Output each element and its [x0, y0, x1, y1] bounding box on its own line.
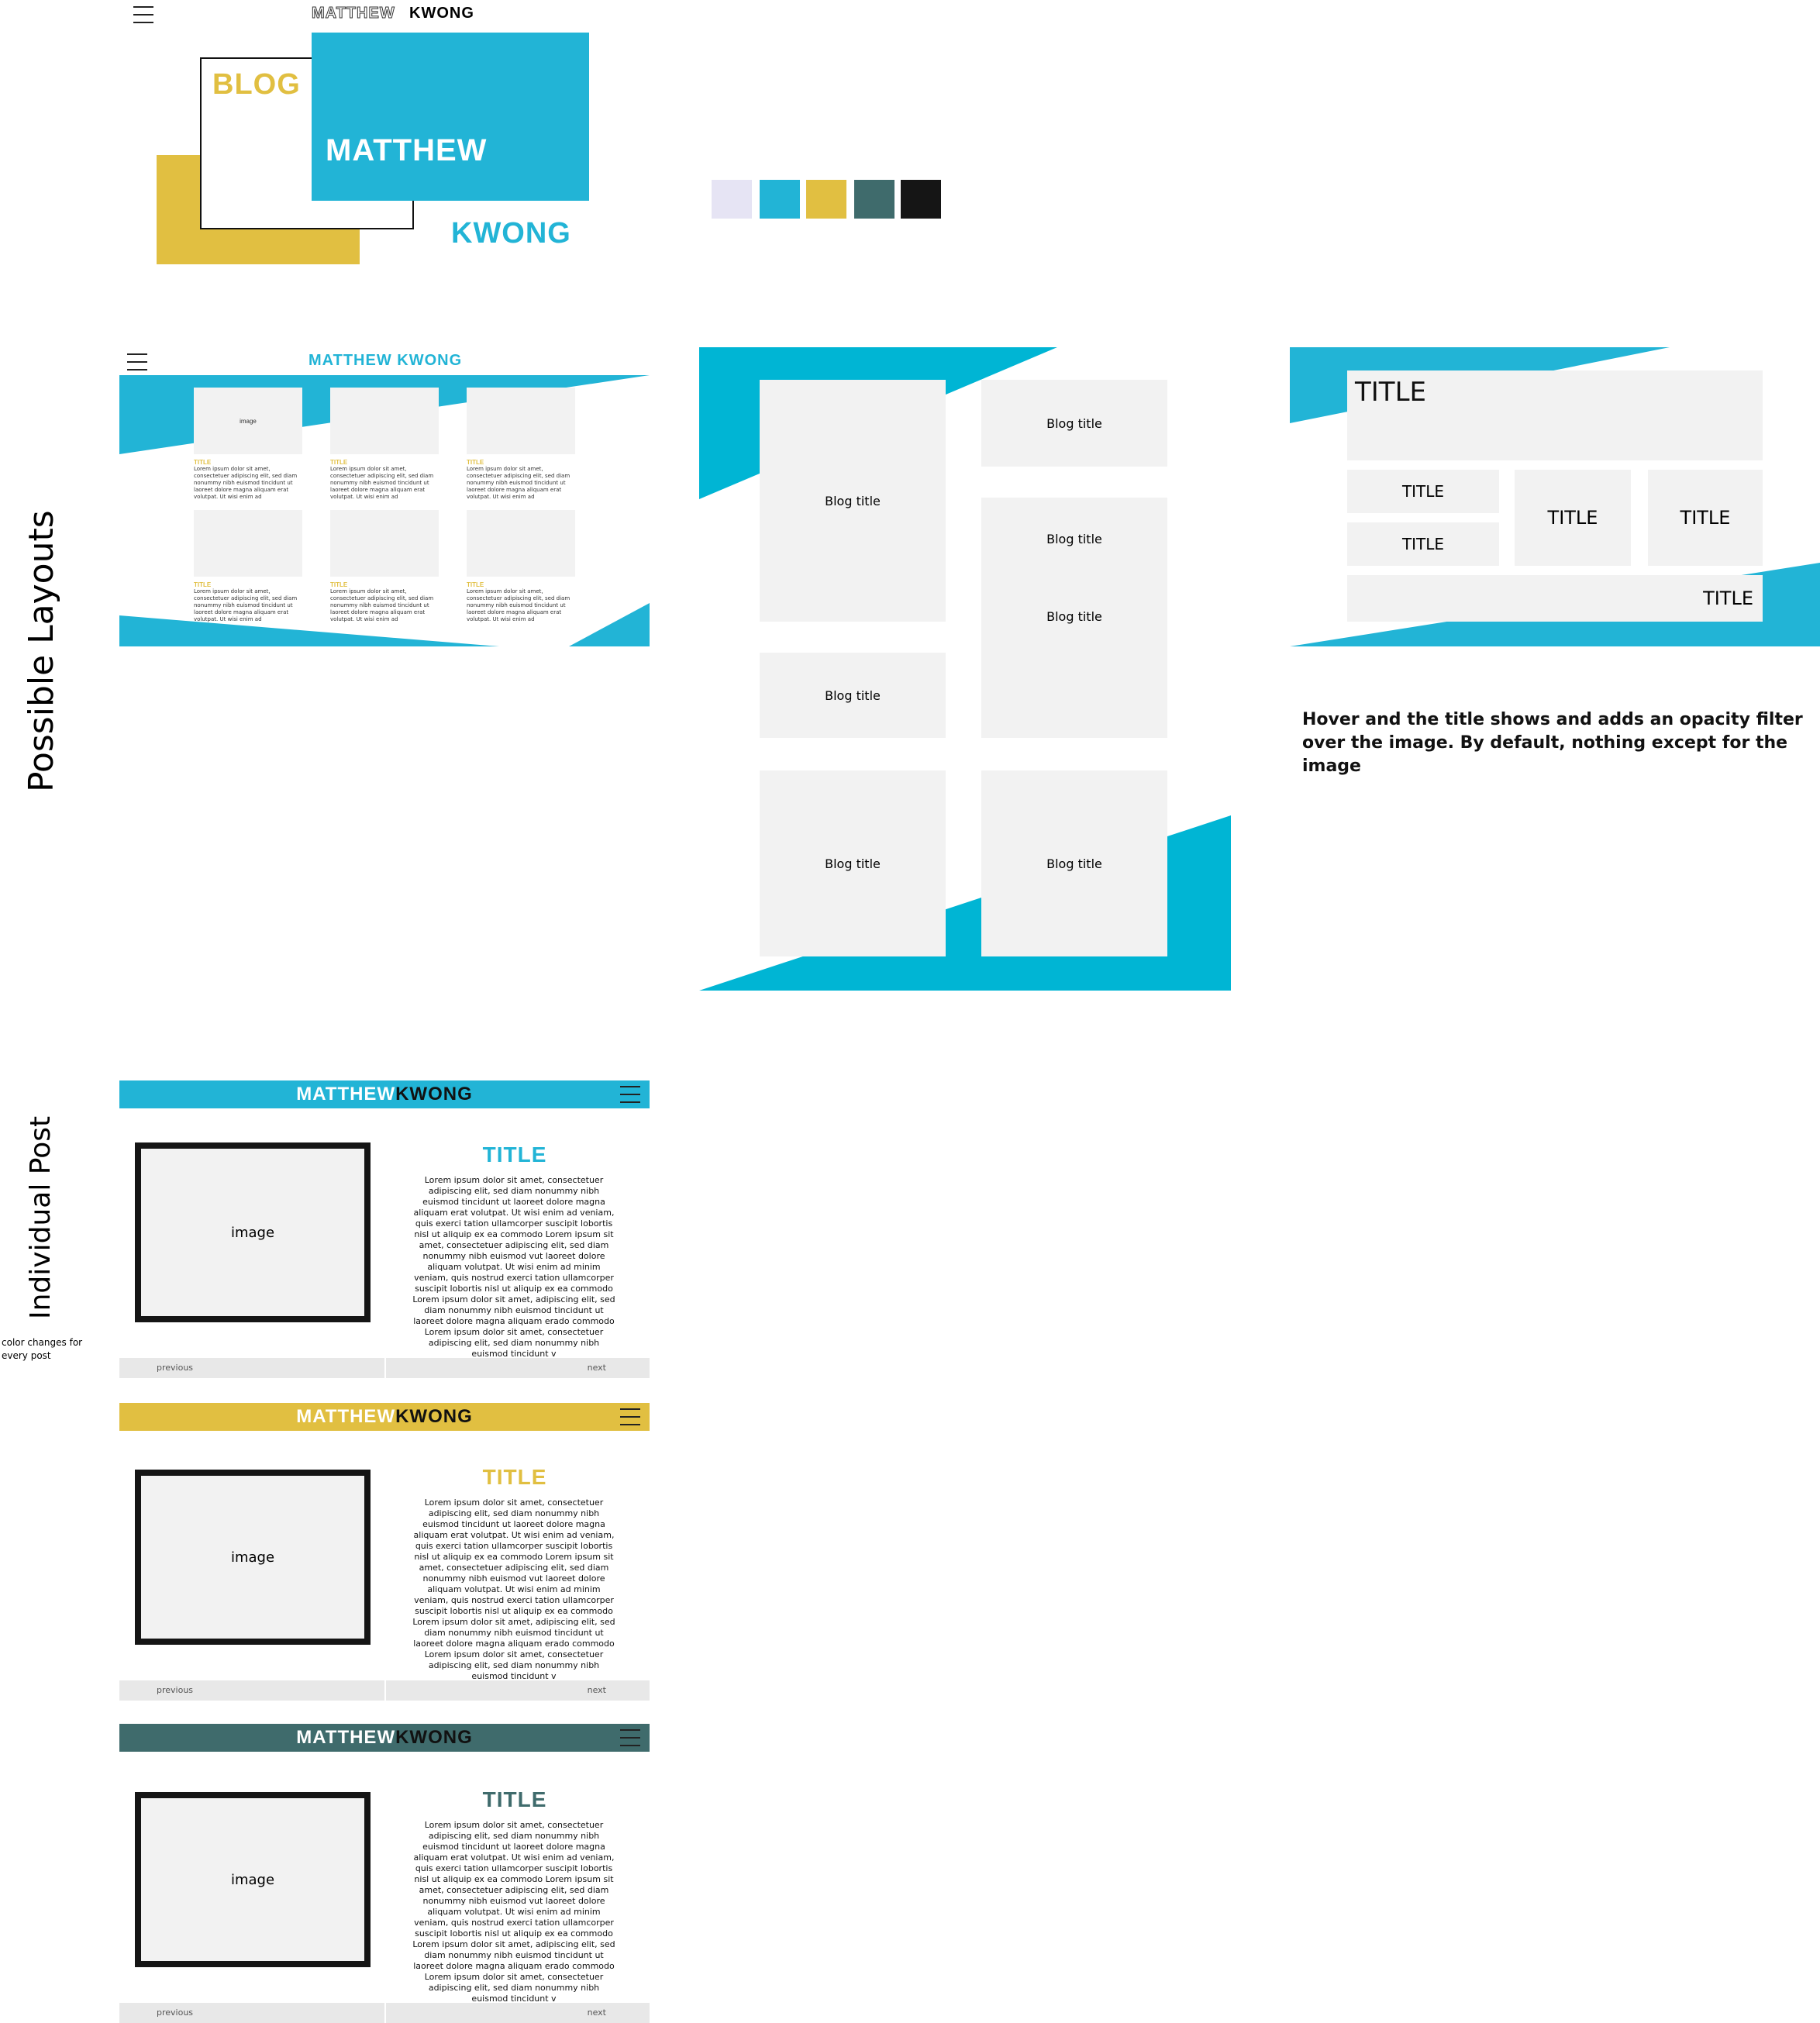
layout1-bottom-shape-right: [569, 603, 650, 646]
hamburger-menu-icon[interactable]: [620, 1086, 640, 1103]
post-brand-first: MATTHEW: [296, 1084, 396, 1105]
layout3-mockup: TITLE TITLE TITLE TITLE TITLE TITLE: [1290, 347, 1820, 646]
card-image: [330, 510, 439, 577]
layout3-tile[interactable]: TITLE: [1515, 470, 1631, 566]
hamburger-menu-icon[interactable]: [620, 1408, 640, 1425]
post-header: MATTHEW KWONG: [119, 1724, 650, 1752]
logo-last-name: KWONG: [451, 217, 571, 250]
next-label: next: [587, 2007, 606, 2018]
layout2-tile[interactable]: Blog title: [760, 653, 946, 738]
post-brand-last: KWONG: [395, 1084, 473, 1105]
card-text: Lorem ipsum dolor sit amet, consectetuer…: [467, 588, 570, 622]
layout3-tile[interactable]: TITLE: [1347, 522, 1499, 566]
card-image: [467, 388, 575, 454]
palette-swatch-yellow: [806, 180, 846, 219]
card-text: Lorem ipsum dolor sit amet, consectetuer…: [194, 466, 298, 500]
card-title: TITLE: [467, 581, 484, 588]
palette-swatch-lavender: [712, 180, 752, 219]
layout1-bottom-shape-left: [119, 615, 499, 646]
layout2-tile-tall[interactable]: Blog title Blog title: [981, 498, 1167, 738]
previous-link[interactable]: previous: [119, 2003, 384, 2023]
post-brand-first: MATTHEW: [296, 1727, 396, 1748]
post-mockup-cyan: MATTHEW KWONG image TITLE Lorem ipsum do…: [119, 1080, 650, 1380]
post-header: MATTHEW KWONG: [119, 1403, 650, 1431]
post-body: Lorem ipsum dolor sit amet, consectetuer…: [412, 1820, 615, 2004]
card-text: Lorem ipsum dolor sit amet, consectetuer…: [194, 588, 298, 622]
post-title: TITLE: [482, 1787, 547, 1811]
post-brand-last: KWONG: [395, 1406, 473, 1427]
logo-blog: BLOG: [212, 68, 301, 101]
logo-cyan-block: [312, 33, 589, 201]
layout2-tile[interactable]: Blog title: [760, 380, 946, 622]
layout2-tile[interactable]: Blog title: [981, 770, 1167, 956]
post-image: image: [135, 1470, 371, 1645]
card-title: TITLE: [194, 581, 212, 588]
logo-header-last: KWONG: [409, 5, 474, 22]
next-link[interactable]: next: [386, 1680, 650, 1701]
layout3-tile[interactable]: TITLE: [1347, 470, 1499, 513]
card-title: TITLE: [194, 459, 212, 466]
layout2-tile[interactable]: Blog title: [760, 770, 946, 956]
color-note: color changes for every post: [2, 1337, 83, 1361]
card-image: [467, 510, 575, 577]
post-header: MATTHEW KWONG: [119, 1080, 650, 1108]
layout1-card[interactable]: TITLE Lorem ipsum dolor sit amet, consec…: [467, 388, 575, 500]
wide-title: TITLE: [1703, 588, 1753, 609]
hamburger-menu-icon[interactable]: [133, 6, 153, 23]
post-body: Lorem ipsum dolor sit amet, consectetuer…: [412, 1175, 615, 1359]
post-title: TITLE: [482, 1142, 547, 1167]
card-title: TITLE: [467, 459, 484, 466]
card-image: [330, 388, 439, 454]
card-text: Lorem ipsum dolor sit amet, consectetuer…: [330, 466, 434, 500]
post-brand-last: KWONG: [395, 1727, 473, 1748]
post-brand-first: MATTHEW: [296, 1406, 396, 1427]
previous-link[interactable]: previous: [119, 1358, 384, 1378]
hero-title: TITLE: [1355, 377, 1426, 408]
logo-header-first: MATTHEW: [312, 5, 395, 22]
tile-title: Blog title: [1046, 532, 1102, 546]
tile-title: Blog title: [1046, 609, 1102, 624]
layout1-card[interactable]: TITLE Lorem ipsum dolor sit amet, consec…: [194, 510, 302, 622]
post-image: image: [135, 1142, 371, 1322]
previous-link[interactable]: previous: [119, 1680, 384, 1701]
layout3-tile[interactable]: TITLE: [1648, 470, 1763, 566]
layout2-tile[interactable]: Blog title: [981, 380, 1167, 467]
hamburger-menu-icon[interactable]: [620, 1729, 640, 1746]
next-label: next: [587, 1685, 606, 1695]
section-label-layouts: Possible Layouts: [22, 510, 61, 792]
next-label: next: [587, 1363, 606, 1373]
previous-label: previous: [157, 1363, 194, 1373]
post-body: Lorem ipsum dolor sit amet, consectetuer…: [412, 1497, 615, 1681]
palette-swatch-cyan: [760, 180, 800, 219]
next-link[interactable]: next: [386, 1358, 650, 1378]
logo-first-name: MATTHEW: [326, 133, 488, 167]
previous-label: previous: [157, 2007, 194, 2018]
post-image: image: [135, 1792, 371, 1967]
layout1-card[interactable]: TITLE Lorem ipsum dolor sit amet, consec…: [330, 388, 439, 500]
card-title: TITLE: [330, 459, 348, 466]
next-link[interactable]: next: [386, 2003, 650, 2023]
post-mockup-yellow: MATTHEW KWONG image TITLE Lorem ipsum do…: [119, 1403, 650, 1702]
layout3-hero-tile[interactable]: TITLE: [1347, 370, 1763, 460]
card-image: [194, 510, 302, 577]
card-title: TITLE: [330, 581, 348, 588]
palette-swatch-teal: [854, 180, 894, 219]
palette-swatch-black: [901, 180, 941, 219]
layout2-mockup: Blog title Blog title Blog title Blog ti…: [699, 347, 1231, 991]
section-label-post: Individual Post: [25, 1115, 57, 1319]
post-mockup-teal: MATTHEW KWONG image TITLE Lorem ipsum do…: [119, 1724, 650, 2023]
card-text: Lorem ipsum dolor sit amet, consectetuer…: [467, 466, 570, 500]
previous-label: previous: [157, 1685, 194, 1695]
layout3-note: Hover and the title shows and adds an op…: [1302, 710, 1803, 776]
post-title: TITLE: [482, 1465, 547, 1489]
layout1-card[interactable]: image TITLE Lorem ipsum dolor sit amet, …: [194, 388, 302, 500]
card-text: Lorem ipsum dolor sit amet, consectetuer…: [330, 588, 434, 622]
layout1-card[interactable]: TITLE Lorem ipsum dolor sit amet, consec…: [330, 510, 439, 622]
card-image: image: [194, 388, 302, 454]
layout3-wide-tile[interactable]: TITLE: [1347, 575, 1763, 622]
layout1-card[interactable]: TITLE Lorem ipsum dolor sit amet, consec…: [467, 510, 575, 622]
layout1-mockup: MATTHEW KWONG image TITLE Lorem ipsum do…: [119, 347, 650, 646]
